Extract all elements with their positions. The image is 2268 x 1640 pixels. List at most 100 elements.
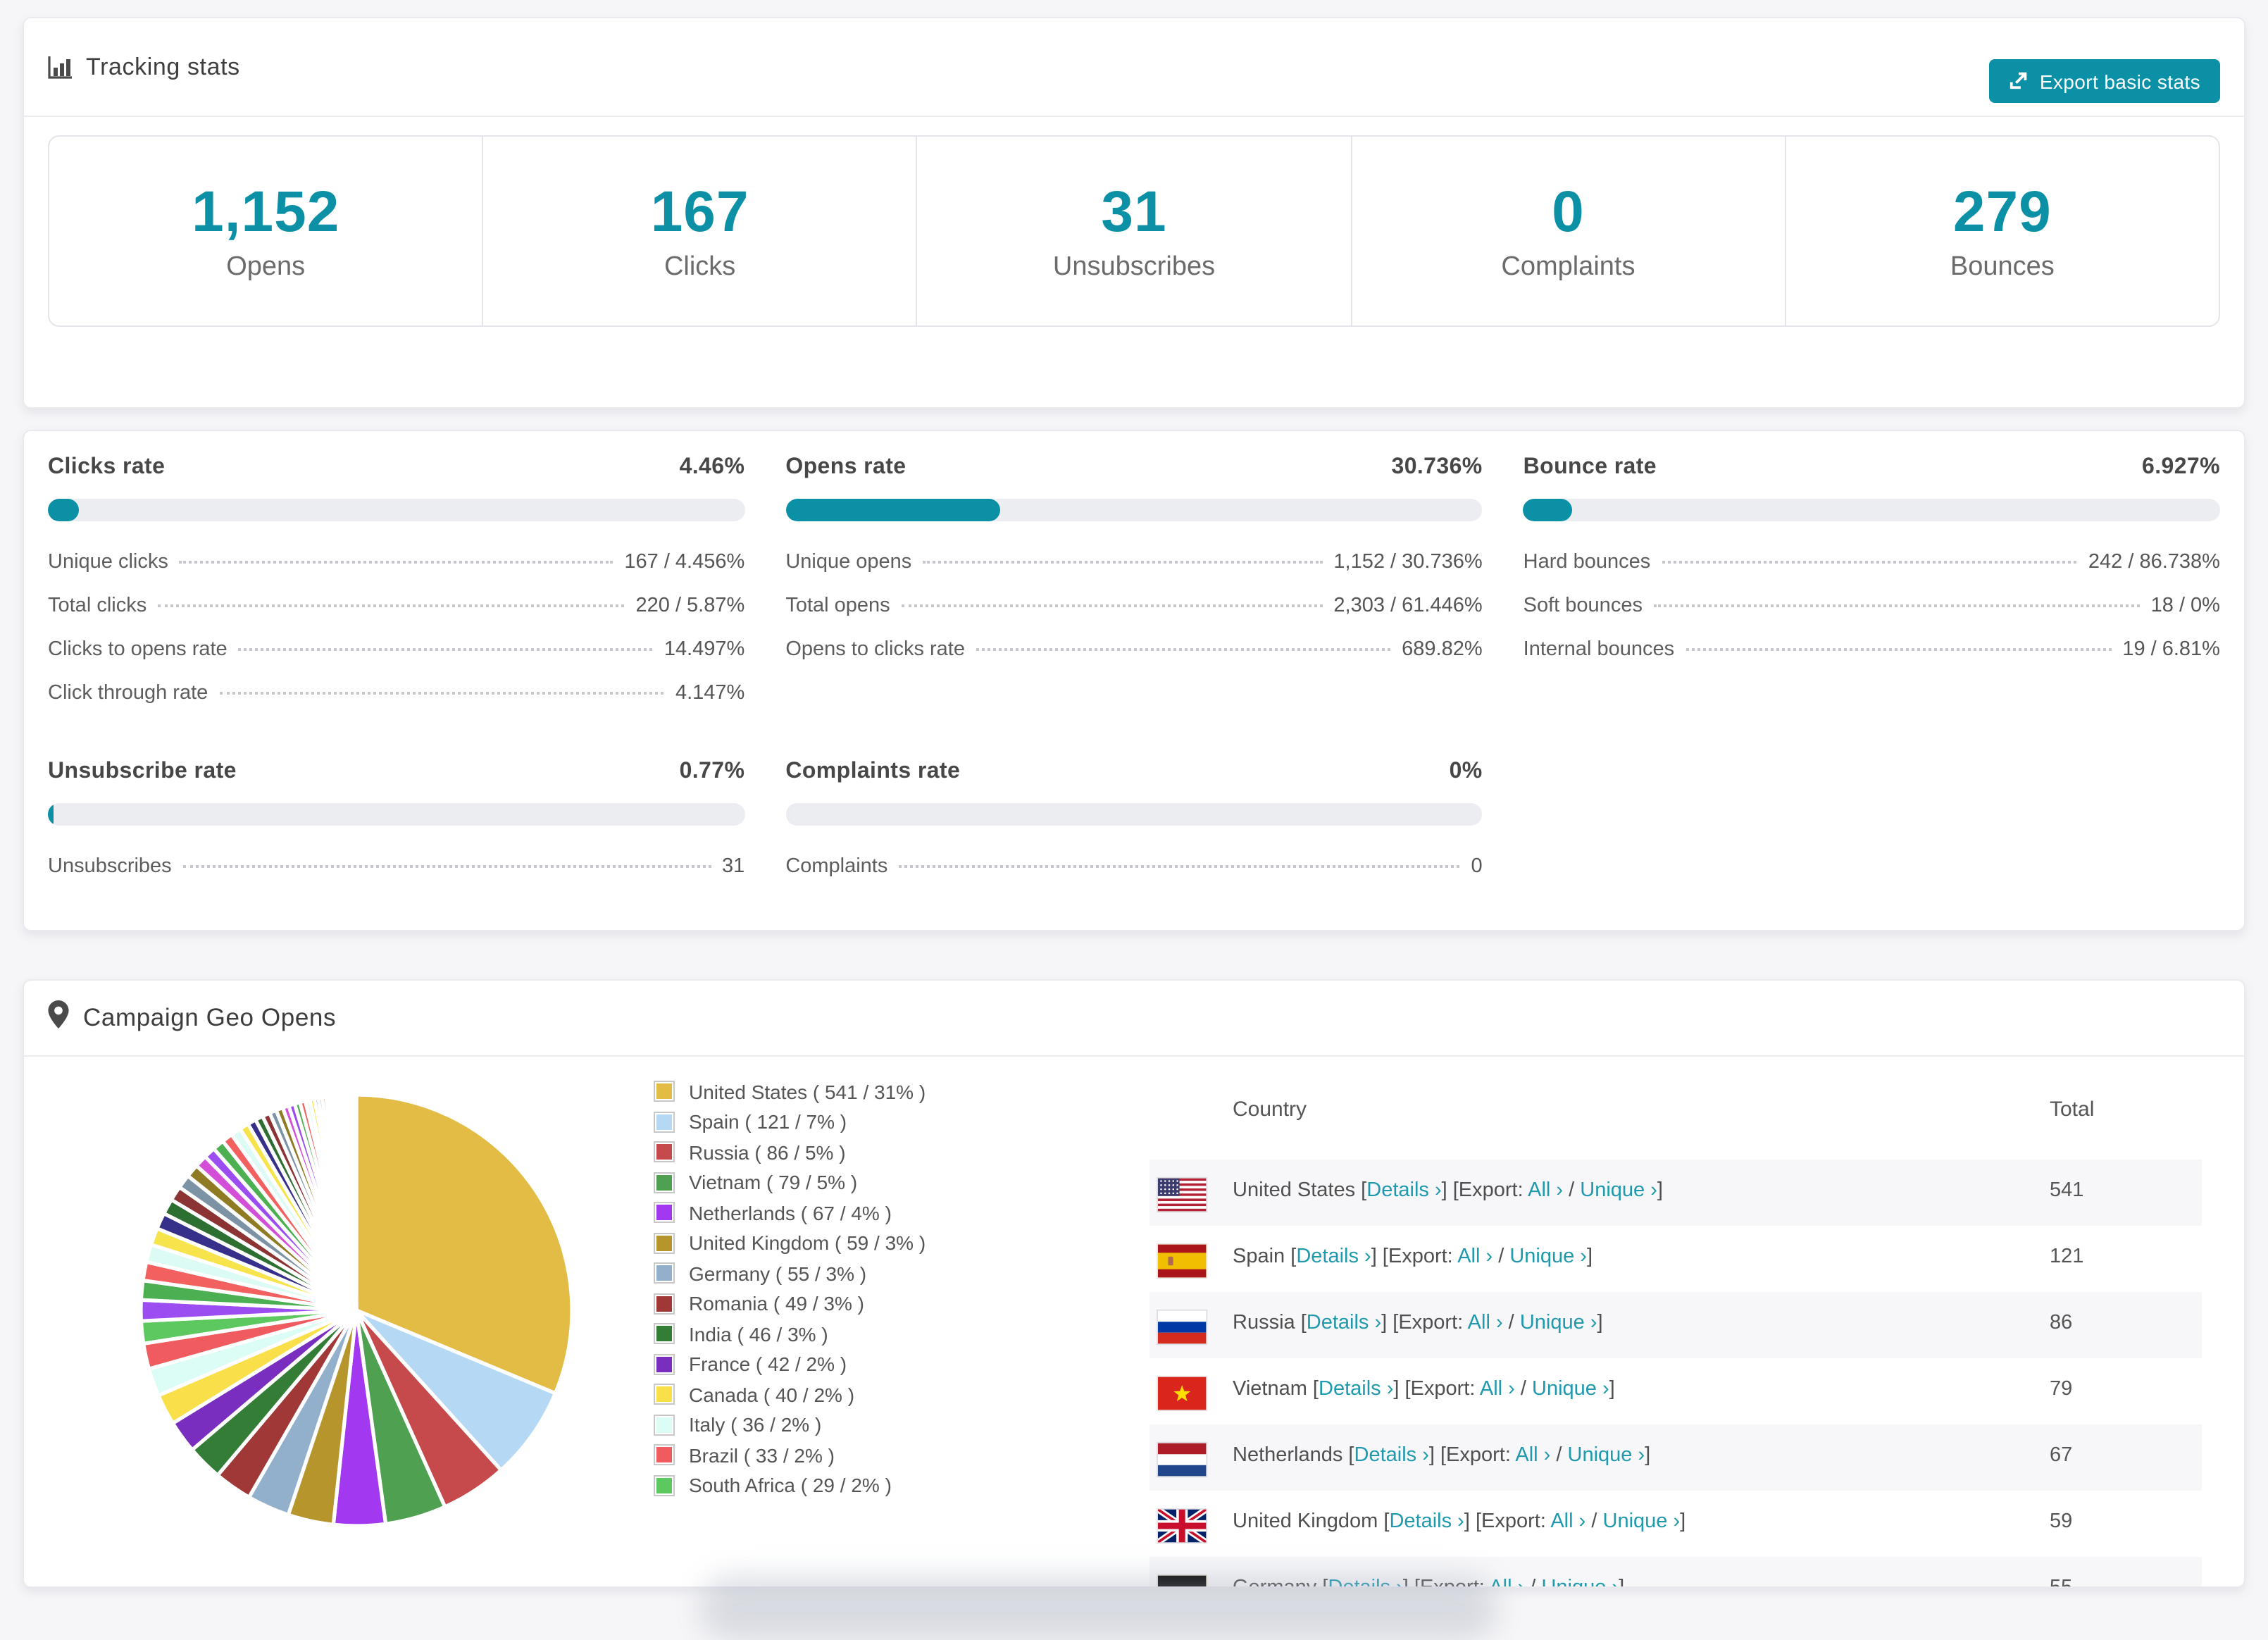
- legend-item[interactable]: Canada ( 40 / 2% ): [654, 1379, 926, 1410]
- country-total: 67: [2050, 1444, 2073, 1467]
- legend-swatch: [654, 1474, 675, 1496]
- country-name: Netherlands: [1233, 1444, 1343, 1467]
- unsubscribe-rate-title: Unsubscribe rate: [48, 759, 237, 783]
- details-link[interactable]: Details ›: [1389, 1510, 1464, 1533]
- geo-table-row: Spain [Details ›] [Export: All › / Uniqu…: [1149, 1226, 2202, 1292]
- unsubscribe-rate-value: 0.77%: [679, 759, 745, 783]
- bottom-scrollbar-shadow: [700, 1575, 1497, 1640]
- tracking-stats-title: Tracking stats: [48, 53, 240, 81]
- legend-item[interactable]: Romania ( 49 / 3% ): [654, 1288, 926, 1319]
- bounce-rate-value: 6.927%: [2142, 455, 2220, 479]
- legend-label: India ( 46 / 3% ): [689, 1322, 828, 1346]
- legend-item[interactable]: South Africa ( 29 / 2% ): [654, 1470, 926, 1501]
- geo-table-row: United Kingdom [Details ›] [Export: All …: [1149, 1491, 2202, 1557]
- details-link[interactable]: Details ›: [1366, 1179, 1441, 1202]
- legend-label: Brazil ( 33 / 2% ): [689, 1443, 835, 1467]
- export-unique-link[interactable]: Unique ›: [1509, 1245, 1587, 1268]
- legend-item[interactable]: Italy ( 36 / 2% ): [654, 1410, 926, 1440]
- export-all-link[interactable]: All ›: [1528, 1179, 1563, 1202]
- rates-card: Clicks rate 4.46% Unique clicks 167 / 4.4…: [23, 430, 2245, 931]
- geo-table-row: Netherlands [Details ›] [Export: All › /…: [1149, 1424, 2202, 1491]
- legend-item[interactable]: Vietnam ( 79 / 5% ): [654, 1167, 926, 1198]
- geo-table-row: United States [Details ›] [Export: All ›…: [1149, 1160, 2202, 1226]
- details-link[interactable]: Details ›: [1307, 1312, 1381, 1334]
- export-all-link[interactable]: All ›: [1457, 1245, 1493, 1268]
- legend-swatch: [654, 1081, 675, 1102]
- stat-clicks: 167 Clicks: [482, 137, 916, 325]
- legend-label: France ( 42 / 2% ): [689, 1353, 847, 1376]
- geo-table: Country Total United States [Details ›] …: [1149, 1058, 2202, 1586]
- flag-es-icon: [1158, 1244, 1207, 1278]
- export-unique-link[interactable]: Unique ›: [1603, 1510, 1681, 1533]
- opens-label: Opens: [226, 252, 306, 282]
- details-link[interactable]: Details ›: [1296, 1245, 1371, 1268]
- export-all-link[interactable]: All ›: [1480, 1378, 1515, 1400]
- legend-item[interactable]: Netherlands ( 67 / 4% ): [654, 1198, 926, 1228]
- legend-swatch: [654, 1172, 675, 1193]
- country-total: 86: [2050, 1312, 2073, 1334]
- tracking-stats-card: Tracking stats Export basic stats 1,152 …: [23, 17, 2245, 409]
- geo-opens-pie-chart[interactable]: [131, 1085, 582, 1536]
- opens-count: 1,152: [192, 179, 340, 244]
- export-all-link[interactable]: All ›: [1515, 1444, 1550, 1467]
- clicks-count: 167: [650, 179, 749, 244]
- unsubscribes-count: 31: [1101, 179, 1167, 244]
- export-all-link[interactable]: All ›: [1468, 1312, 1503, 1334]
- legend-item[interactable]: Spain ( 121 / 7% ): [654, 1107, 926, 1137]
- legend-label: South Africa ( 29 / 2% ): [689, 1474, 892, 1497]
- country-name: United States: [1233, 1179, 1356, 1202]
- unsubscribe-rate-bar: [48, 803, 745, 826]
- stat-opens: 1,152 Opens: [49, 137, 482, 325]
- legend-label: United Kingdom ( 59 / 3% ): [689, 1231, 926, 1255]
- geo-table-header: Country Total: [1149, 1058, 2202, 1160]
- legend-swatch: [654, 1353, 675, 1375]
- export-unique-link[interactable]: Unique ›: [1532, 1378, 1609, 1400]
- export-unique-link[interactable]: Unique ›: [1568, 1444, 1645, 1467]
- export-all-link[interactable]: All ›: [1550, 1510, 1585, 1533]
- bar-chart-icon: [48, 54, 73, 80]
- legend-item[interactable]: France ( 42 / 2% ): [654, 1349, 926, 1379]
- country-total: 541: [2050, 1179, 2084, 1202]
- geo-table-row: Vietnam [Details ›] [Export: All › / Uni…: [1149, 1358, 2202, 1424]
- details-link[interactable]: Details ›: [1319, 1378, 1393, 1400]
- legend-item[interactable]: Russia ( 86 / 5% ): [654, 1137, 926, 1167]
- details-link[interactable]: Details ›: [1354, 1444, 1429, 1467]
- campaign-geo-opens-card: Campaign Geo Opens United States ( 541 /…: [23, 979, 2245, 1588]
- export-unique-link[interactable]: Unique ›: [1580, 1179, 1657, 1202]
- complaints-rate-title: Complaints rate: [785, 759, 961, 783]
- complaints-label: Complaints: [1501, 252, 1635, 282]
- legend-label: Germany ( 55 / 3% ): [689, 1262, 867, 1285]
- clicks-rate-value: 4.46%: [679, 455, 745, 479]
- legend-swatch: [654, 1444, 675, 1466]
- complaints-count: 0: [1552, 179, 1585, 244]
- tracking-stats-header: Tracking stats Export basic stats: [24, 18, 2244, 117]
- legend-item[interactable]: United Kingdom ( 59 / 3% ): [654, 1228, 926, 1258]
- clicks-rate-section: Clicks rate 4.46% Unique clicks 167 / 4.4…: [48, 455, 745, 714]
- legend-item[interactable]: Germany ( 55 / 3% ): [654, 1258, 926, 1288]
- country-name: Russia: [1233, 1312, 1295, 1334]
- bounce-rate-title: Bounce rate: [1523, 455, 1657, 479]
- export-basic-stats-button[interactable]: Export basic stats: [1988, 59, 2220, 103]
- legend-swatch: [654, 1323, 675, 1345]
- export-all-link[interactable]: All ›: [1489, 1577, 1524, 1586]
- column-country: Country: [1233, 1098, 1307, 1122]
- bounce-rate-bar: [1523, 499, 2220, 521]
- overview-stats-row: 1,152 Opens 167 Clicks 31 Unsubscribes 0…: [48, 135, 2220, 327]
- export-unique-link[interactable]: Unique ›: [1520, 1312, 1597, 1334]
- legend-label: Netherlands ( 67 / 4% ): [689, 1201, 892, 1224]
- export-unique-link[interactable]: Unique ›: [1541, 1577, 1619, 1586]
- legend-swatch: [654, 1232, 675, 1254]
- legend-item[interactable]: United States ( 541 / 31% ): [654, 1076, 926, 1107]
- legend-label: Russia ( 86 / 5% ): [689, 1141, 846, 1164]
- metric-row: Unique opens 1,152 / 30.736%: [785, 550, 1483, 573]
- unsubscribes-label: Unsubscribes: [1052, 252, 1216, 282]
- bounce-rate-section: Bounce rate 6.927% Hard bounces 242 / 86.…: [1523, 455, 2220, 714]
- export-icon: [2009, 68, 2030, 94]
- tracking-stats-page: Tracking stats Export basic stats 1,152 …: [0, 0, 2268, 1640]
- flag-us-icon: [1158, 1178, 1207, 1212]
- legend-item[interactable]: Brazil ( 33 / 2% ): [654, 1440, 926, 1470]
- legend-item[interactable]: India ( 46 / 3% ): [654, 1319, 926, 1349]
- metric-row: Click through rate 4.147%: [48, 681, 745, 704]
- legend-swatch: [654, 1293, 675, 1315]
- clicks-rate-bar: [48, 499, 745, 521]
